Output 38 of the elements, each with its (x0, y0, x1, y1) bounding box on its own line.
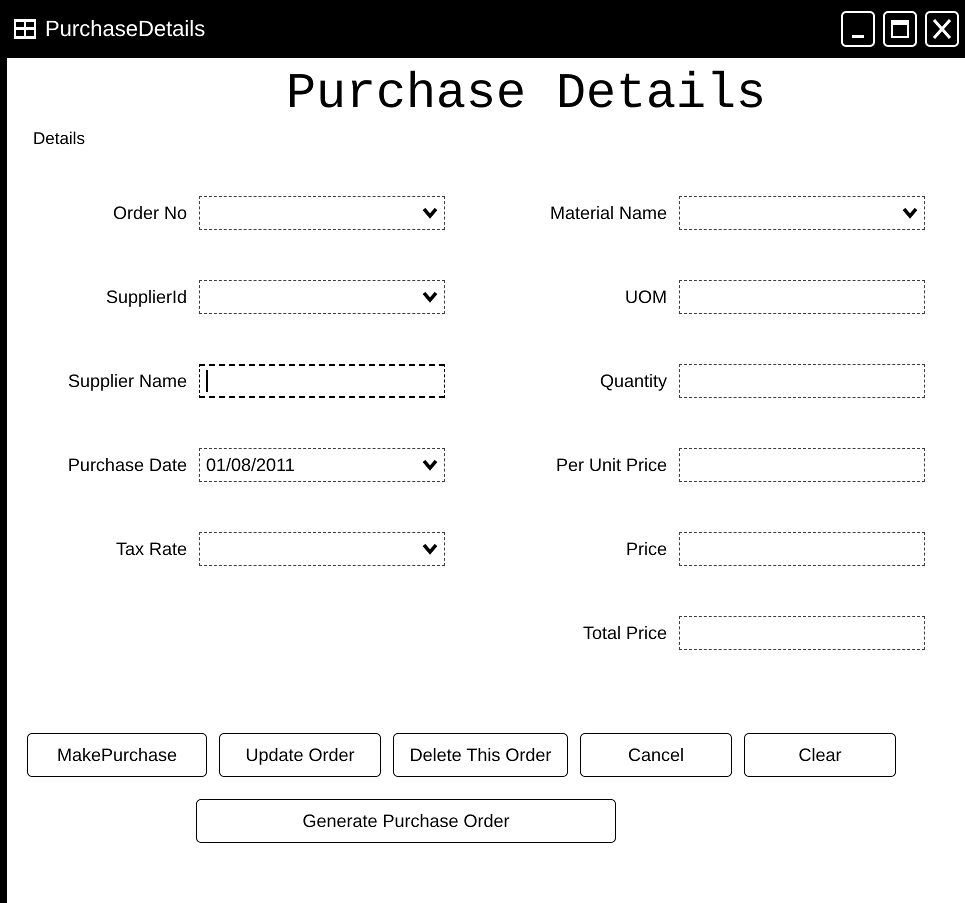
field-label: Order No (112, 202, 187, 224)
page-heading: Purchase Details (284, 66, 768, 123)
input-field[interactable] (679, 616, 925, 650)
field-label: Material Name (550, 202, 667, 224)
generate-order-button[interactable]: Generate Purchase Order (196, 799, 616, 843)
input-field[interactable] (679, 364, 925, 398)
field-label: Per Unit Price (556, 454, 667, 476)
dropdown-field[interactable] (199, 532, 445, 566)
action-button[interactable]: Clear (744, 733, 896, 777)
field-label: Price (626, 538, 667, 560)
date-field[interactable]: 01/08/2011 (199, 448, 445, 482)
field-label: Purchase Date (68, 454, 187, 476)
action-button[interactable]: MakePurchase (27, 733, 207, 777)
input-field[interactable] (679, 280, 925, 314)
dropdown-field[interactable] (199, 280, 445, 314)
dropdown-field[interactable] (679, 196, 925, 230)
action-button[interactable]: Update Order (219, 733, 381, 777)
field-label: Quantity (600, 370, 667, 392)
field-label: SupplierId (106, 286, 187, 308)
dropdown-field[interactable] (199, 196, 445, 230)
close-icon (931, 17, 953, 41)
field-label: Tax Rate (116, 538, 187, 560)
action-button[interactable]: Delete This Order (393, 733, 568, 777)
input-field[interactable] (199, 364, 445, 398)
maximize-icon (890, 19, 910, 39)
group-label: Details (33, 129, 85, 149)
minimize-button[interactable] (841, 11, 875, 47)
action-button[interactable]: Cancel (580, 733, 732, 777)
field-label: UOM (625, 286, 667, 308)
input-field[interactable] (679, 448, 925, 482)
field-label: Supplier Name (68, 370, 187, 392)
app-icon (13, 18, 37, 40)
input-field[interactable] (679, 532, 925, 566)
minimize-icon (852, 34, 864, 38)
maximize-button[interactable] (883, 11, 917, 47)
window-title: PurchaseDetails (45, 16, 206, 42)
field-label: Total Price (582, 622, 667, 644)
close-button[interactable] (925, 11, 959, 47)
